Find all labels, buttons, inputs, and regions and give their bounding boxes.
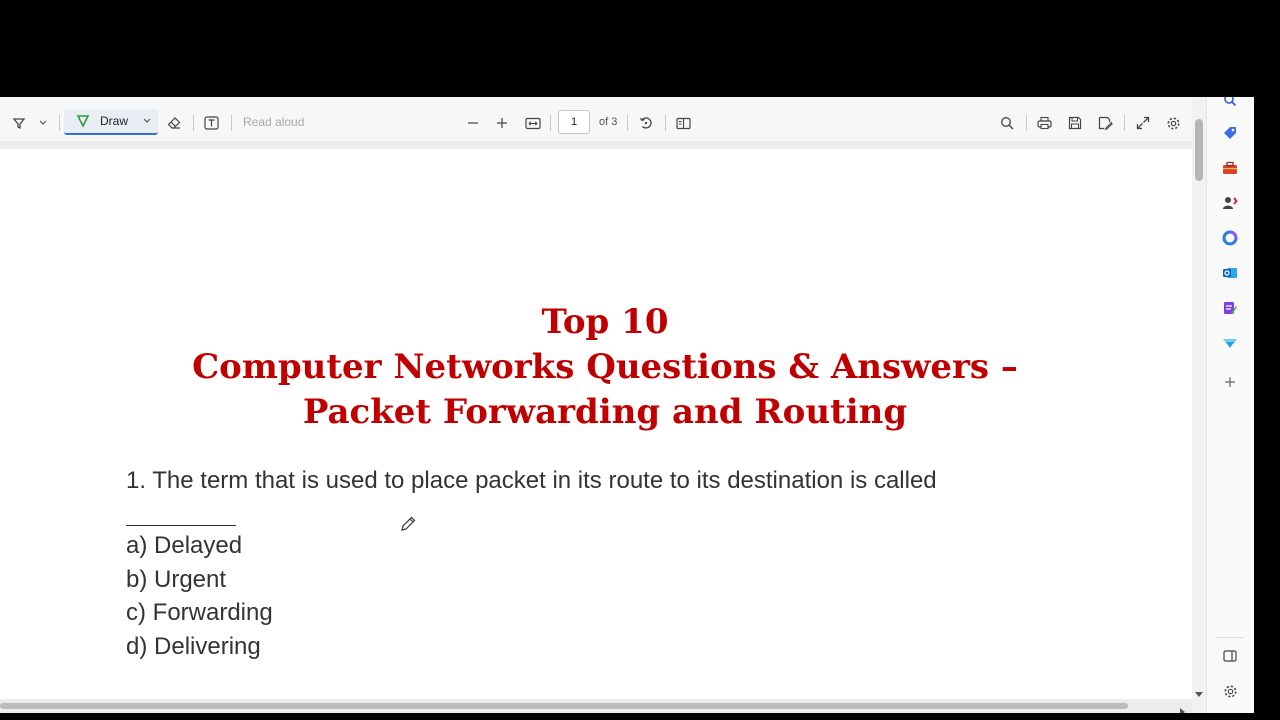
highlight-icon[interactable] <box>10 114 28 132</box>
add-icon[interactable] <box>1221 373 1239 391</box>
save-as-icon[interactable] <box>1096 114 1114 132</box>
toolbar-separator <box>627 115 628 131</box>
save-icon[interactable] <box>1066 114 1084 132</box>
designer-icon[interactable] <box>1221 299 1239 317</box>
pen-cursor-icon <box>399 515 417 538</box>
people-icon[interactable] <box>1221 194 1239 212</box>
toolbar-separator <box>193 115 194 131</box>
toolbar-separator <box>1124 115 1125 131</box>
print-icon[interactable] <box>1035 114 1053 132</box>
zoom-in-icon[interactable] <box>493 114 511 132</box>
pdf-viewer-window: Draw Read aloud 1 of 3 Top 10 Computer N… <box>0 97 1254 713</box>
vertical-scrollbar[interactable] <box>1192 97 1206 713</box>
fullscreen-icon[interactable] <box>1134 114 1152 132</box>
question-text: 1. The term that is used to place packet… <box>126 467 937 494</box>
document-title-line-3: Packet Forwarding and Routing <box>302 392 908 432</box>
toolbar-separator <box>1026 115 1027 131</box>
draw-label: Draw <box>100 114 129 128</box>
scroll-down-icon[interactable] <box>1195 685 1203 703</box>
option-c: c) Forwarding <box>126 599 273 626</box>
text-box-icon[interactable] <box>202 114 220 132</box>
sidebar-toggle-icon[interactable] <box>1221 647 1239 665</box>
sidebar-divider <box>1215 637 1245 638</box>
draw-button[interactable]: Draw <box>64 109 158 135</box>
tag-icon[interactable] <box>1221 124 1239 142</box>
fit-page-icon[interactable] <box>524 114 542 132</box>
toolbar-separator <box>550 115 551 131</box>
pdf-page: Top 10 Computer Networks Questions & Ans… <box>0 149 1192 703</box>
eraser-icon[interactable] <box>165 114 183 132</box>
toolbox-icon[interactable] <box>1221 159 1239 177</box>
option-d: d) Delivering <box>126 633 261 660</box>
search-icon[interactable] <box>998 114 1016 132</box>
chevron-down-icon[interactable] <box>36 114 50 132</box>
horizontal-scroll-thumb[interactable] <box>0 703 1128 709</box>
settings-icon[interactable] <box>1221 682 1239 700</box>
draw-icon <box>76 114 90 128</box>
horizontal-scrollbar[interactable] <box>0 699 1192 713</box>
chevron-down-icon[interactable] <box>143 118 151 124</box>
drop-icon[interactable] <box>1221 334 1239 352</box>
toolbar-separator <box>665 115 666 131</box>
toolbar-separator <box>59 115 60 131</box>
copilot-icon[interactable] <box>1221 229 1239 247</box>
document-title-line-1: Top 10 <box>541 302 669 342</box>
page-total: of 3 <box>599 116 618 128</box>
page-view-icon[interactable] <box>674 114 692 132</box>
scroll-right-icon[interactable] <box>1180 703 1186 713</box>
toolbar-separator <box>231 115 232 131</box>
option-a: a) Delayed <box>126 532 243 559</box>
search-icon[interactable] <box>1221 97 1239 109</box>
rotate-icon[interactable] <box>637 114 655 132</box>
read-aloud-button[interactable]: Read aloud <box>243 115 304 129</box>
vertical-scroll-thumb[interactable] <box>1195 119 1203 181</box>
page-number-input[interactable]: 1 <box>558 110 590 134</box>
settings-icon[interactable] <box>1164 114 1182 132</box>
document-title-line-2: Computer Networks Questions & Answers – <box>192 347 1018 387</box>
answer-blank <box>126 525 236 526</box>
option-b: b) Urgent <box>126 566 227 593</box>
outlook-icon[interactable] <box>1221 264 1239 282</box>
zoom-out-icon[interactable] <box>464 114 482 132</box>
browser-sidebar <box>1206 97 1254 713</box>
screen-bottom-border <box>0 713 1280 720</box>
viewer-background-strip <box>0 141 1192 149</box>
